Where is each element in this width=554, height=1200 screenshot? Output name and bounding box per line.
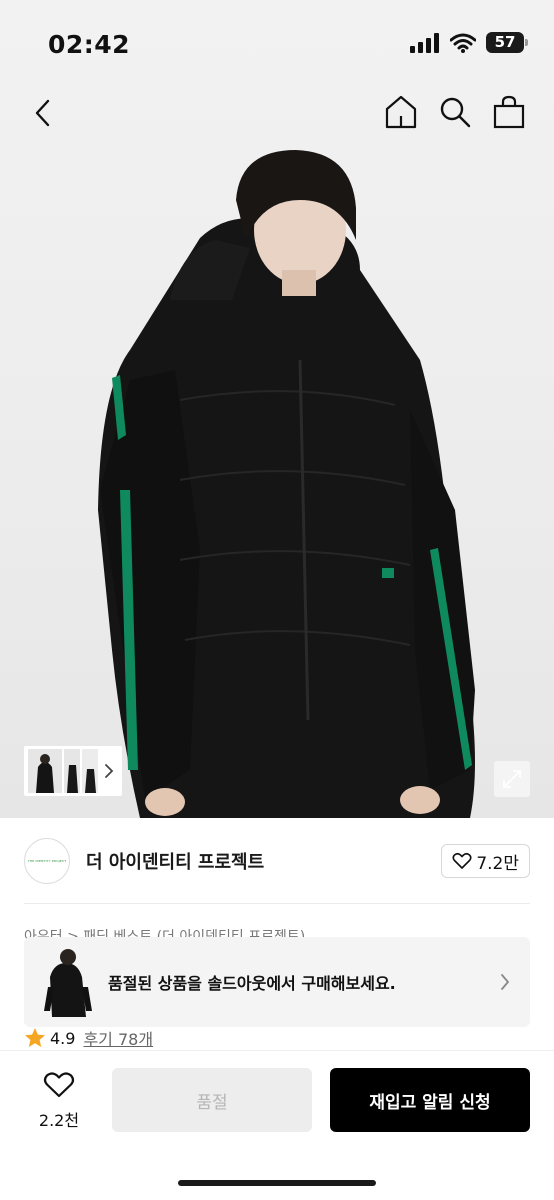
wish-button[interactable]: 2.2천 — [24, 1071, 94, 1131]
thumbnail-images — [28, 749, 98, 793]
expand-image-button[interactable] — [494, 761, 530, 797]
heart-icon — [452, 852, 472, 869]
chevron-left-icon[interactable] — [28, 96, 60, 130]
shopping-bag-icon[interactable] — [492, 94, 526, 130]
soldout-banner[interactable]: 품절된 상품을 솔드아웃에서 구매해보세요. — [24, 937, 530, 1027]
home-indicator[interactable] — [178, 1180, 376, 1186]
wish-count: 2.2천 — [38, 1111, 80, 1130]
product-image-gallery[interactable]: 02:42 57 — [0, 0, 554, 818]
wifi-icon — [450, 33, 476, 53]
soldout-button[interactable]: 품절 — [112, 1068, 312, 1132]
nav-actions — [384, 94, 526, 130]
home-icon[interactable] — [384, 94, 418, 130]
status-time: 02:42 — [48, 30, 131, 59]
rating-score: 4.9 — [50, 1028, 76, 1048]
thumbnail-strip[interactable] — [24, 746, 122, 796]
top-nav — [0, 88, 554, 138]
chevron-right-icon — [105, 764, 114, 778]
brand-like-button[interactable]: 7.2만 — [441, 844, 530, 878]
expand-icon — [503, 770, 521, 788]
brand-logo: THE IDENTITY PROJECT — [24, 838, 70, 884]
star-icon — [25, 1028, 45, 1047]
divider — [24, 903, 530, 904]
restock-alert-button[interactable]: 재입고 알림 신청 — [330, 1068, 530, 1132]
search-icon[interactable] — [438, 94, 472, 130]
product-photo — [98, 150, 475, 818]
brand-row[interactable]: THE IDENTITY PROJECT 더 아이덴티티 프로젝트 7.2만 — [24, 836, 530, 886]
battery-indicator: 57 — [486, 32, 528, 53]
rating-row: 4.9 후기 78개 — [24, 1025, 153, 1051]
chevron-right-icon — [501, 974, 510, 990]
review-link[interactable]: 후기 78개 — [83, 1026, 153, 1050]
brand-name[interactable]: 더 아이덴티티 프로젝트 — [86, 848, 264, 874]
brand-logo-mark: THE IDENTITY PROJECT — [27, 859, 67, 863]
brand-like-count: 7.2만 — [476, 853, 519, 874]
signal-icon — [410, 32, 439, 53]
status-icons: 57 — [410, 32, 528, 53]
status-bar: 02:42 57 — [0, 0, 554, 88]
bottom-action-bar: 2.2천 품절 재입고 알림 신청 — [0, 1050, 554, 1200]
banner-product-thumbnail — [44, 949, 92, 1017]
heart-icon — [43, 1072, 75, 1098]
banner-text: 품절된 상품을 솔드아웃에서 구매해보세요. — [108, 974, 396, 993]
